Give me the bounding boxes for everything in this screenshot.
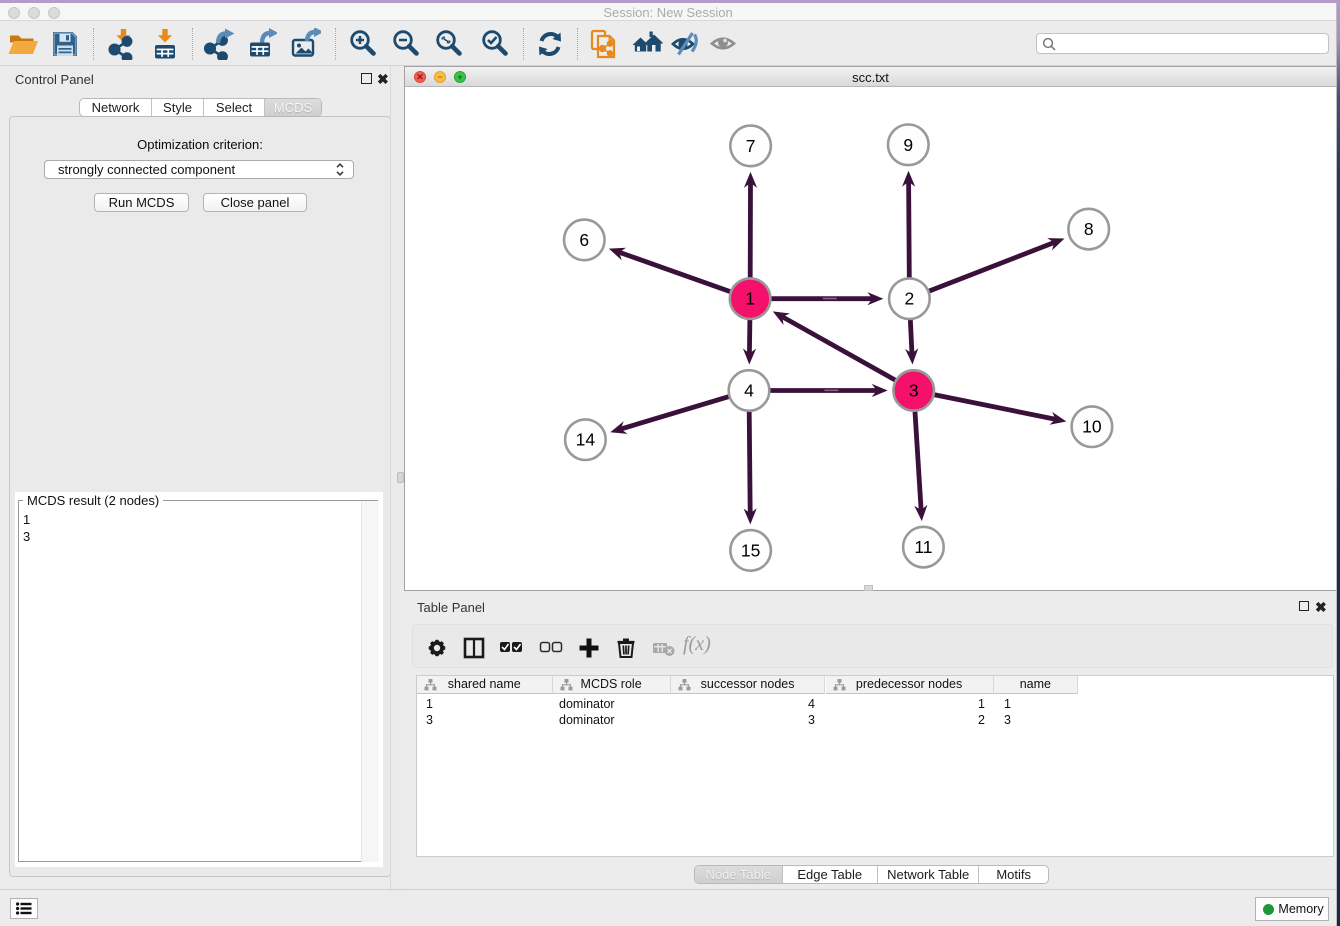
- svg-text:7: 7: [746, 136, 756, 156]
- svg-text:1: 1: [745, 289, 755, 309]
- svg-text:15: 15: [741, 540, 760, 560]
- svg-text:11: 11: [914, 537, 932, 557]
- svg-text:6: 6: [579, 230, 589, 250]
- svg-text:9: 9: [903, 135, 913, 155]
- svg-text:10: 10: [1082, 417, 1102, 437]
- svg-text:8: 8: [1084, 219, 1094, 239]
- svg-text:3: 3: [909, 381, 919, 401]
- svg-text:14: 14: [576, 430, 596, 450]
- svg-text:4: 4: [744, 381, 754, 401]
- svg-text:2: 2: [905, 289, 915, 309]
